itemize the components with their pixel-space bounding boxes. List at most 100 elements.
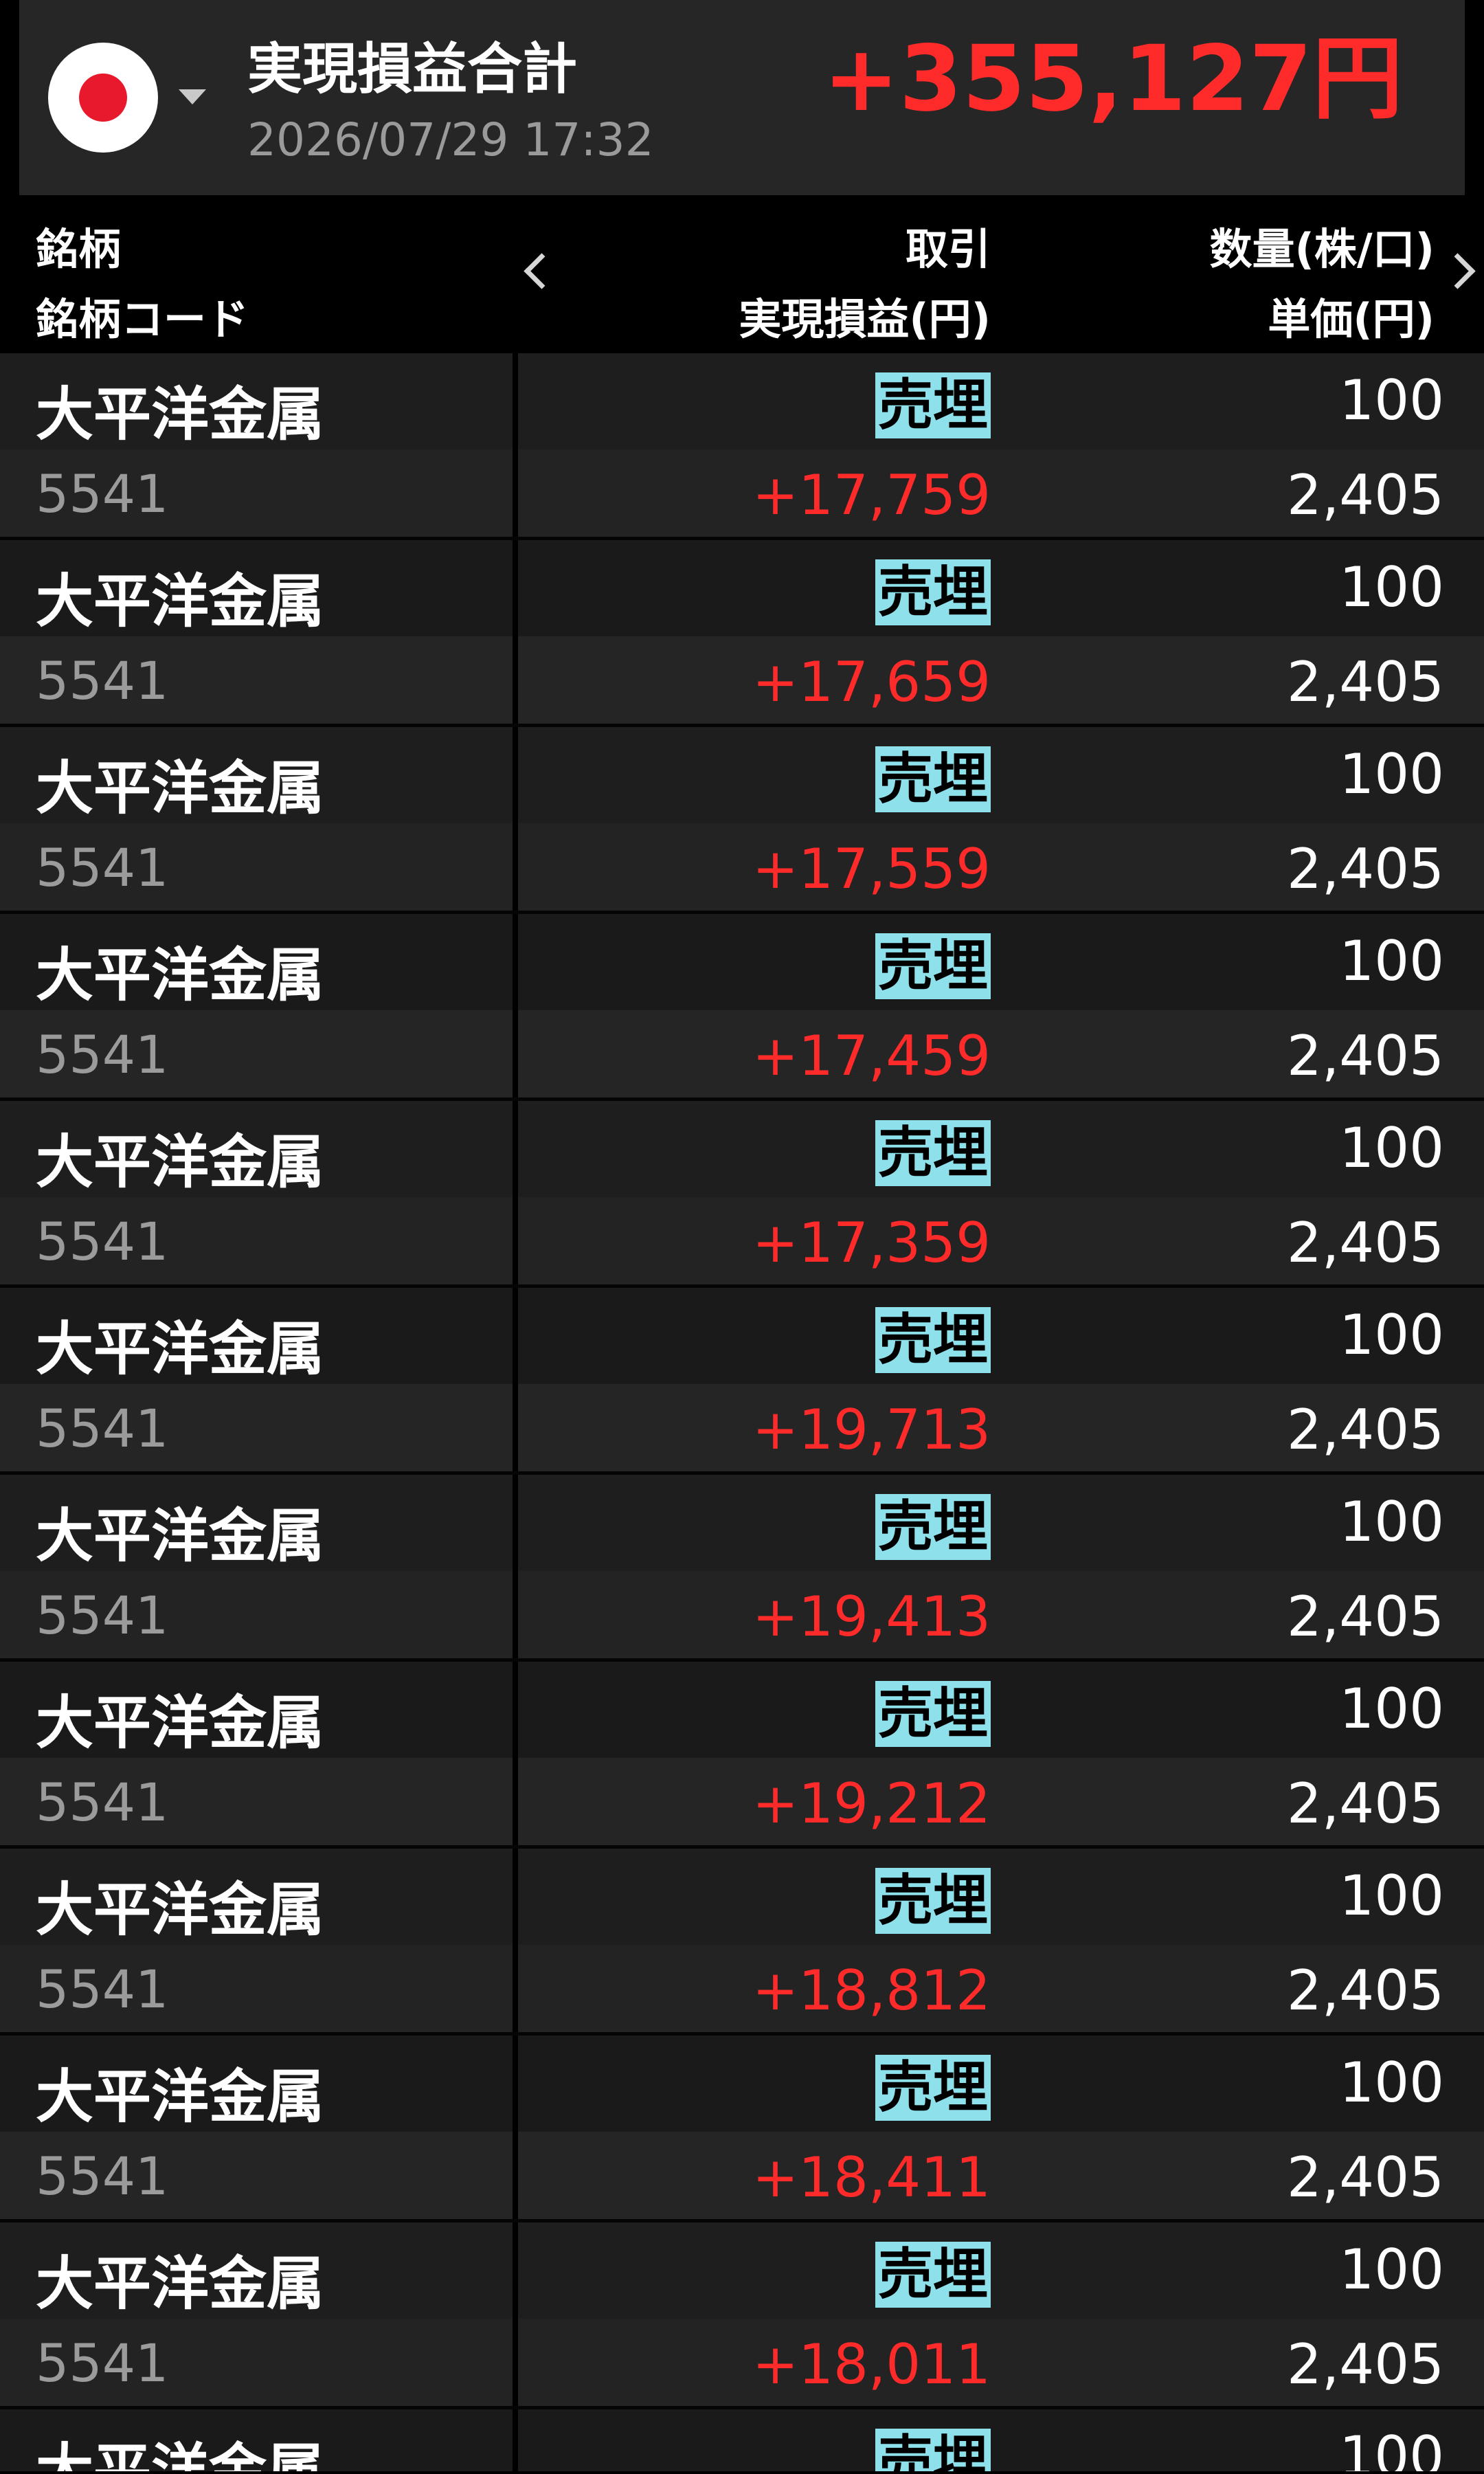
- stock-cell: 大平洋金属 5541: [0, 2409, 513, 2471]
- stock-name: 大平洋金属: [36, 2437, 325, 2471]
- stock-name: 大平洋金属: [36, 1876, 325, 1943]
- realized-pl-value: +17,359: [752, 1211, 991, 1275]
- table-row[interactable]: 大平洋金属 5541 売埋 +18,011 100 2,405: [0, 2222, 1484, 2409]
- quantity-value: 100: [1339, 2238, 1444, 2302]
- chevron-down-icon[interactable]: [179, 89, 206, 104]
- trade-type-badge: 売埋: [875, 2429, 991, 2471]
- unit-price-value: 2,405: [1286, 1211, 1444, 1275]
- stock-name: 大平洋金属: [36, 2063, 325, 2130]
- stock-name: 大平洋金属: [36, 1689, 325, 1757]
- unit-price-value: 2,405: [1286, 1585, 1444, 1649]
- table-row[interactable]: 大平洋金属 5541 売埋 +18,411 100 2,405: [0, 2036, 1484, 2222]
- unit-price-value: 2,405: [1286, 1024, 1444, 1088]
- table-row[interactable]: 大平洋金属 5541 売埋 +18,812 100 2,405: [0, 1849, 1484, 2036]
- unit-price-value: 2,405: [1286, 2146, 1444, 2209]
- trade-type-badge: 売埋: [875, 1120, 991, 1186]
- stock-name: 大平洋金属: [36, 381, 325, 448]
- trade-cell: 売埋 +18,411 100 2,405: [518, 2036, 1484, 2219]
- trade-list: 大平洋金属 5541 売埋 +17,759 100 2,405 大平洋金属 55…: [0, 353, 1484, 2471]
- stock-name: 大平洋金属: [36, 1502, 325, 1570]
- japan-flag-icon[interactable]: [48, 43, 158, 153]
- quantity-value: 100: [1339, 1864, 1444, 1928]
- unit-price-value: 2,405: [1286, 650, 1444, 714]
- quantity-value: 100: [1339, 1490, 1444, 1554]
- realized-pl-value: +19,713: [752, 1398, 991, 1462]
- table-header: 銘柄 銘柄コード 取引 実現損益(円) 数量(株/口) 単価(円): [0, 195, 1484, 353]
- trade-type-badge: 売埋: [875, 1307, 991, 1373]
- table-row[interactable]: 大平洋金属 5541 売埋 100: [0, 2409, 1484, 2471]
- stock-code: 5541: [36, 2332, 169, 2394]
- table-row[interactable]: 大平洋金属 5541 売埋 +17,559 100 2,405: [0, 727, 1484, 914]
- summary-title: 実現損益合計: [247, 37, 577, 101]
- quantity-value: 100: [1339, 2051, 1444, 2115]
- stock-cell: 大平洋金属 5541: [0, 727, 513, 911]
- table-row[interactable]: 大平洋金属 5541 売埋 +17,359 100 2,405: [0, 1101, 1484, 1288]
- chevron-right-icon[interactable]: [1439, 253, 1476, 289]
- summary-datetime: 2026/07/29 17:32: [247, 113, 654, 166]
- unit-price-value: 2,405: [1286, 1959, 1444, 2022]
- stock-cell: 大平洋金属 5541: [0, 540, 513, 724]
- unit-price-value: 2,405: [1286, 1398, 1444, 1462]
- table-row[interactable]: 大平洋金属 5541 売埋 +17,659 100 2,405: [0, 540, 1484, 727]
- unit-price-value: 2,405: [1286, 837, 1444, 901]
- header-trade: 取引: [905, 224, 991, 274]
- quantity-value: 100: [1339, 1677, 1444, 1741]
- realized-pl-value: +17,559: [752, 837, 991, 901]
- trade-cell: 売埋 +17,459 100 2,405: [518, 914, 1484, 1097]
- flag-sun: [79, 74, 127, 122]
- trade-type-badge: 売埋: [875, 559, 991, 625]
- stock-code: 5541: [36, 1398, 169, 1459]
- table-row[interactable]: 大平洋金属 5541 売埋 +17,759 100 2,405: [0, 353, 1484, 540]
- realized-pl-value: +18,411: [752, 2146, 991, 2209]
- trade-cell: 売埋 +19,713 100 2,405: [518, 1288, 1484, 1471]
- header-unit-price: 単価(円): [1268, 294, 1435, 344]
- stock-code: 5541: [36, 837, 169, 898]
- realized-pl-value: +19,413: [752, 1585, 991, 1649]
- trade-type-badge: 売埋: [875, 933, 991, 999]
- table-row[interactable]: 大平洋金属 5541 売埋 +19,413 100 2,405: [0, 1475, 1484, 1662]
- realized-pl-value: +18,812: [752, 1959, 991, 2022]
- trade-cell: 売埋 +17,759 100 2,405: [518, 353, 1484, 537]
- summary-total-pl: +355,127円: [823, 26, 1403, 132]
- trade-cell: 売埋 +17,359 100 2,405: [518, 1101, 1484, 1284]
- unit-price-value: 2,405: [1286, 463, 1444, 527]
- stock-code: 5541: [36, 650, 169, 711]
- quantity-value: 100: [1339, 742, 1444, 806]
- stock-cell: 大平洋金属 5541: [0, 2222, 513, 2406]
- trade-type-badge: 売埋: [875, 372, 991, 438]
- table-row[interactable]: 大平洋金属 5541 売埋 +17,459 100 2,405: [0, 914, 1484, 1101]
- stock-cell: 大平洋金属 5541: [0, 914, 513, 1097]
- realized-pl-value: +17,459: [752, 1024, 991, 1088]
- stock-code: 5541: [36, 1585, 169, 1646]
- trade-type-badge: 売埋: [875, 1494, 991, 1560]
- realized-pl-value: +17,659: [752, 650, 991, 714]
- stock-cell: 大平洋金属 5541: [0, 1288, 513, 1471]
- trade-cell: 売埋 +17,659 100 2,405: [518, 540, 1484, 724]
- trade-type-badge: 売埋: [875, 2242, 991, 2308]
- trade-cell: 売埋 100: [518, 2409, 1484, 2471]
- stock-code: 5541: [36, 463, 169, 524]
- unit-price-value: 2,405: [1286, 1772, 1444, 1836]
- chevron-left-icon[interactable]: [524, 253, 560, 289]
- table-row[interactable]: 大平洋金属 5541 売埋 +19,713 100 2,405: [0, 1288, 1484, 1475]
- stock-code: 5541: [36, 1772, 169, 1833]
- trade-cell: 売埋 +18,812 100 2,405: [518, 1849, 1484, 2032]
- stock-name: 大平洋金属: [36, 755, 325, 822]
- realized-pl-summary: 実現損益合計 2026/07/29 17:32 +355,127円: [19, 0, 1465, 195]
- quantity-value: 100: [1339, 1116, 1444, 1180]
- stock-code: 5541: [36, 2146, 169, 2207]
- trade-type-badge: 売埋: [875, 2055, 991, 2121]
- realized-pl-value: +18,011: [752, 2332, 991, 2396]
- stock-name: 大平洋金属: [36, 568, 325, 635]
- stock-name: 大平洋金属: [36, 1128, 325, 1196]
- quantity-value: 100: [1339, 555, 1444, 619]
- stock-name: 大平洋金属: [36, 2250, 325, 2317]
- trade-type-badge: 売埋: [875, 746, 991, 812]
- stock-name: 大平洋金属: [36, 941, 325, 1009]
- realized-pl-value: +19,212: [752, 1772, 991, 1836]
- stock-name: 大平洋金属: [36, 1315, 325, 1383]
- trade-cell: 売埋 +17,559 100 2,405: [518, 727, 1484, 911]
- trade-cell: 売埋 +19,212 100 2,405: [518, 1662, 1484, 1845]
- trade-cell: 売埋 +19,413 100 2,405: [518, 1475, 1484, 1658]
- table-row[interactable]: 大平洋金属 5541 売埋 +19,212 100 2,405: [0, 1662, 1484, 1849]
